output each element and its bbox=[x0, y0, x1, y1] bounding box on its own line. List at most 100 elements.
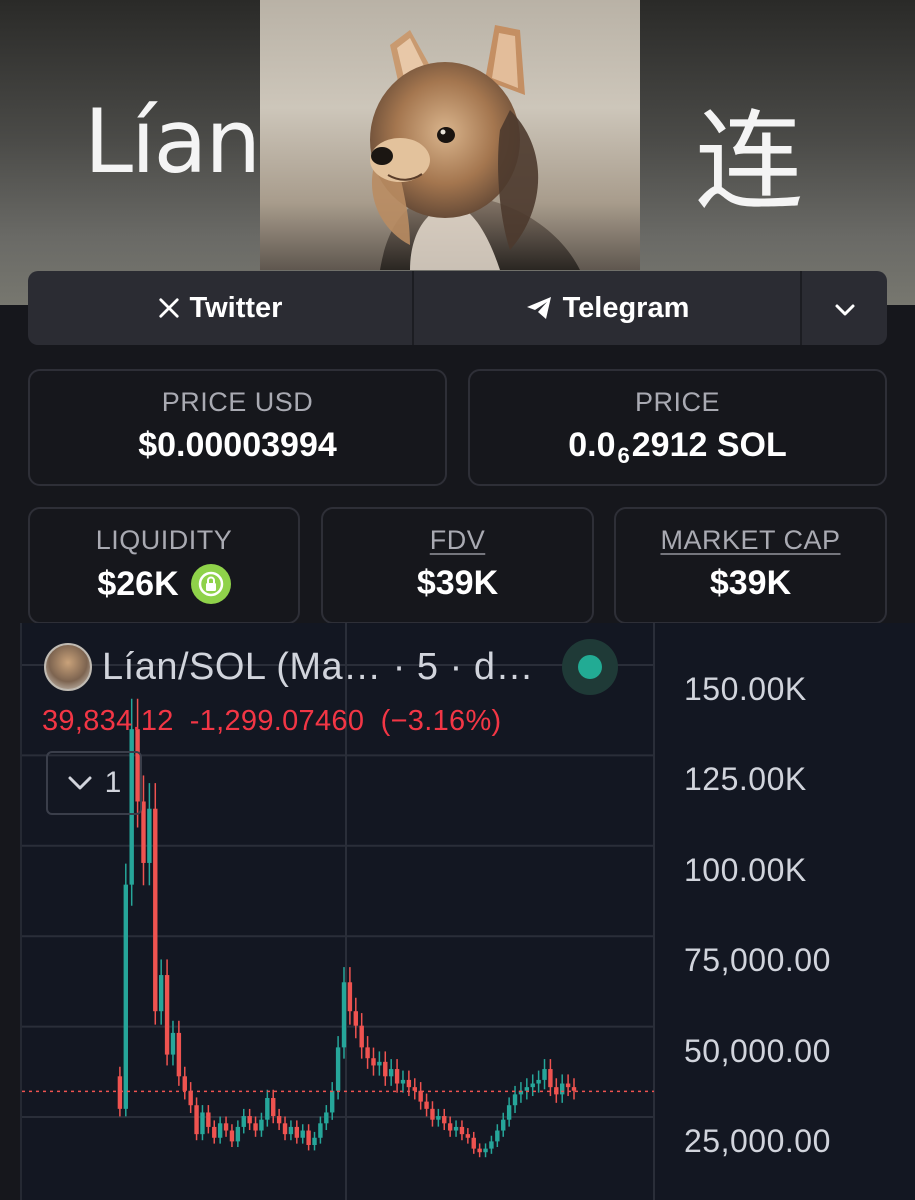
candle-body bbox=[241, 1116, 246, 1127]
candle-body bbox=[471, 1137, 476, 1149]
price-usd-label: PRICE USD bbox=[161, 387, 314, 417]
candle-body bbox=[318, 1123, 323, 1138]
candle-body bbox=[459, 1126, 465, 1135]
price-sol-value: 0.0 6 2912 SOL bbox=[470, 426, 885, 468]
banner-dog-photo bbox=[260, 0, 640, 270]
lock-icon[interactable] bbox=[190, 564, 231, 604]
candle-body bbox=[253, 1123, 258, 1131]
y-tick-label: 125.00K bbox=[684, 761, 807, 798]
liquidity-value-row: $26K bbox=[30, 564, 298, 604]
candle-body bbox=[512, 1094, 518, 1106]
candle-body bbox=[483, 1148, 488, 1153]
ohlc-values: 39,834.12 -1,299.07460 (−3.16%) bbox=[42, 705, 502, 738]
candle-body bbox=[223, 1123, 229, 1131]
candle-body bbox=[477, 1148, 482, 1153]
candle-body bbox=[335, 1047, 341, 1091]
candle-body bbox=[565, 1083, 571, 1088]
price-sol-prefix: 0.0 bbox=[568, 426, 616, 464]
candle-body bbox=[571, 1087, 577, 1091]
y-tick-label: 100.00K bbox=[684, 851, 807, 888]
candle-body bbox=[147, 808, 152, 863]
candle-body bbox=[194, 1105, 199, 1135]
liquidity-card: LIQUIDITY $26K bbox=[28, 507, 300, 624]
candle-body bbox=[501, 1119, 506, 1131]
price-sol-suffix: 2912 SOL bbox=[631, 426, 787, 464]
market-cap-value: $39K bbox=[709, 564, 792, 602]
candle-body bbox=[530, 1083, 535, 1088]
candle-body bbox=[324, 1112, 329, 1124]
y-tick-label: 150.00K bbox=[684, 671, 807, 707]
candle-body bbox=[365, 1047, 370, 1059]
chevron-down-icon bbox=[834, 292, 856, 325]
candle-body bbox=[536, 1079, 541, 1084]
candle-body bbox=[383, 1061, 388, 1077]
collapse-indicators-button[interactable]: 1 bbox=[46, 751, 142, 815]
candle-body bbox=[235, 1126, 241, 1142]
candle-body bbox=[495, 1130, 500, 1142]
candle-body bbox=[371, 1058, 376, 1066]
twitter-label: Twitter bbox=[189, 291, 283, 324]
candle-body bbox=[347, 982, 353, 1012]
candle-body bbox=[412, 1087, 417, 1091]
telegram-label: Telegram bbox=[562, 291, 690, 324]
candle-body bbox=[170, 1032, 176, 1055]
fdv-value: $39K bbox=[416, 564, 499, 602]
candle-body bbox=[153, 808, 158, 1012]
candle-body bbox=[548, 1069, 553, 1088]
candle-body bbox=[300, 1130, 305, 1138]
candle-body bbox=[424, 1101, 429, 1109]
candle-body bbox=[341, 982, 347, 1048]
telegram-button[interactable]: Telegram bbox=[414, 271, 802, 345]
candle-body bbox=[288, 1126, 294, 1135]
candle-body bbox=[164, 975, 170, 1055]
candle-body bbox=[353, 1011, 358, 1026]
candle-body bbox=[212, 1126, 217, 1138]
banner-right-text: 连 bbox=[695, 100, 804, 225]
candle-body bbox=[217, 1123, 223, 1138]
candle-body bbox=[188, 1090, 193, 1106]
candle-body bbox=[359, 1025, 364, 1048]
x-logo-icon bbox=[158, 297, 180, 319]
candle-body bbox=[182, 1076, 187, 1091]
more-links-button[interactable] bbox=[802, 271, 887, 345]
last-value: 39,834.12 bbox=[42, 705, 174, 737]
candle-body bbox=[176, 1032, 182, 1077]
price-sol-label: PRICE bbox=[634, 387, 721, 417]
social-links-bar: Twitter Telegram bbox=[28, 271, 887, 345]
fdv-label[interactable]: FDV bbox=[323, 525, 592, 556]
candle-body bbox=[123, 884, 128, 1109]
chart-legend-header: Lían/SOL (Ma… · 5 · d… bbox=[44, 643, 534, 691]
market-status-indicator[interactable] bbox=[562, 639, 618, 695]
candle-body bbox=[542, 1069, 547, 1080]
market-cap-label[interactable]: MARKET CAP bbox=[616, 525, 885, 556]
price-sol-zero-count: 6 bbox=[617, 442, 630, 468]
candle-body bbox=[442, 1116, 447, 1124]
change-value: -1,299.07460 bbox=[189, 705, 365, 737]
candle-body bbox=[430, 1108, 435, 1120]
candle-body bbox=[453, 1126, 459, 1131]
candle-body bbox=[229, 1130, 235, 1142]
candle-body bbox=[388, 1069, 394, 1077]
fdv-card[interactable]: FDV $39K bbox=[321, 507, 594, 624]
price-usd-value: $0.00003994 bbox=[138, 426, 337, 464]
candle-body bbox=[394, 1069, 400, 1084]
candle-body bbox=[377, 1061, 382, 1066]
token-banner: Lían 连 bbox=[0, 0, 915, 305]
candle-body bbox=[276, 1116, 282, 1124]
market-cap-card[interactable]: MARKET CAP $39K bbox=[614, 507, 887, 624]
price-sol-card: PRICE 0.0 6 2912 SOL bbox=[468, 369, 887, 486]
price-chart[interactable]: Lían/SOL (Ma… · 5 · d… 39,834.12 -1,299.0… bbox=[20, 623, 915, 1200]
change-percent: (−3.16%) bbox=[380, 705, 502, 737]
pair-title[interactable]: Lían/SOL (Ma… · 5 · d… bbox=[102, 646, 534, 689]
twitter-button[interactable]: Twitter bbox=[28, 271, 414, 345]
candle-body bbox=[465, 1134, 471, 1138]
candle-body bbox=[400, 1079, 406, 1084]
candle-body bbox=[158, 975, 164, 1012]
candle-body bbox=[406, 1079, 412, 1088]
candle-body bbox=[282, 1123, 288, 1135]
dog-illustration bbox=[370, 25, 580, 270]
banner-left-text: Lían bbox=[84, 90, 261, 193]
indicator-count: 1 bbox=[104, 766, 122, 799]
candle-body bbox=[259, 1119, 264, 1131]
candle-body bbox=[418, 1090, 423, 1102]
